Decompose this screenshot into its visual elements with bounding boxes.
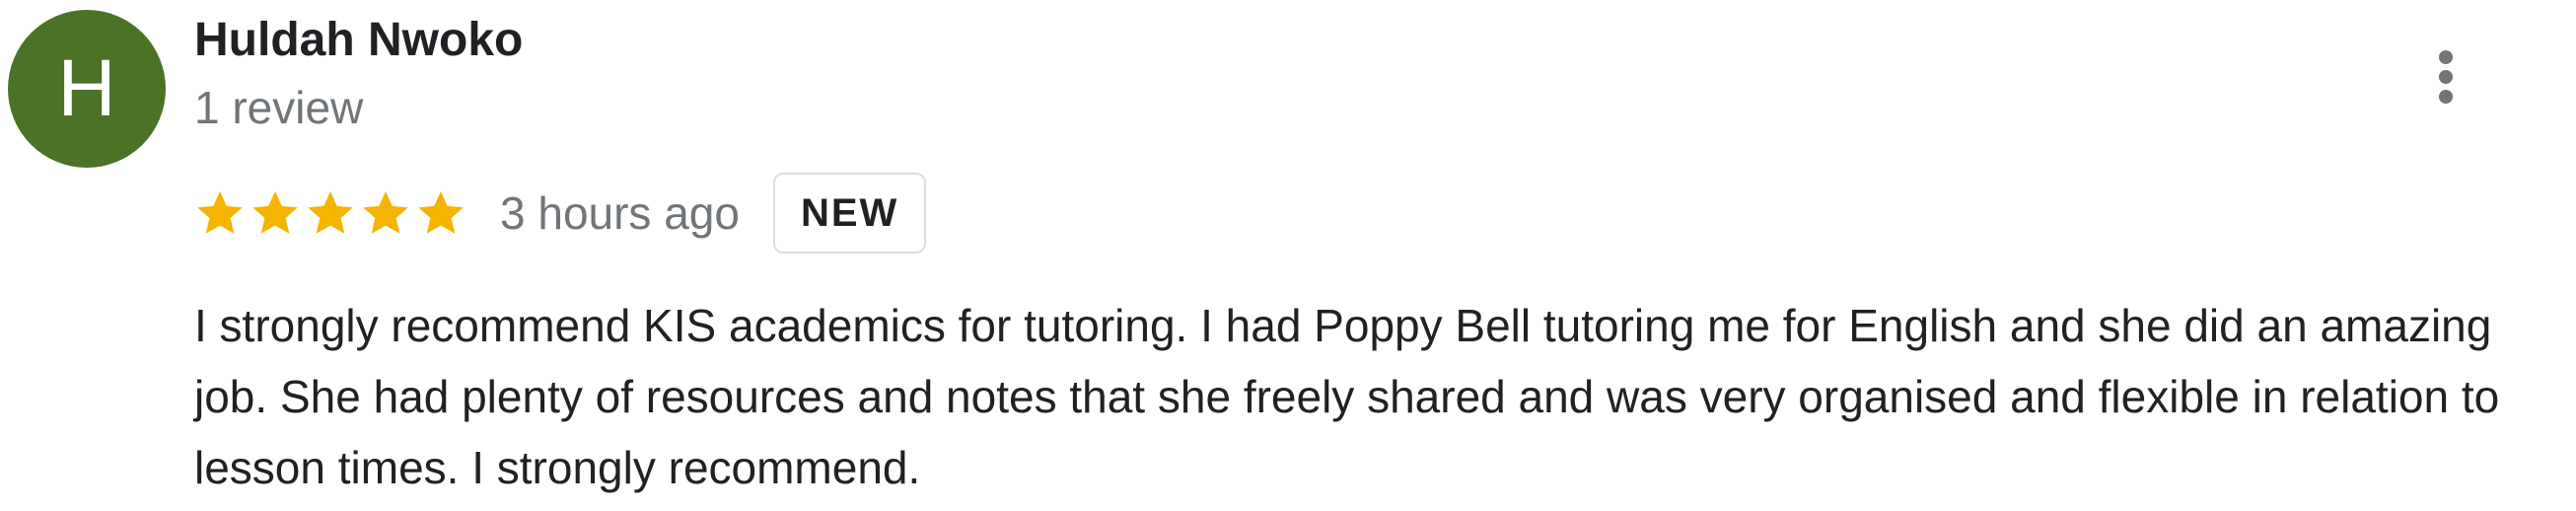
review-meta: 3 hours ago NEW (194, 170, 927, 256)
author-name[interactable]: Huldah Nwoko (194, 8, 523, 73)
review-text: I strongly recommend KIS academics for t… (194, 300, 2500, 493)
review-timestamp: 3 hours ago (500, 187, 740, 239)
star-icon (197, 190, 243, 234)
star-icon (418, 190, 464, 234)
review-count[interactable]: 1 review (194, 73, 523, 142)
new-badge: NEW (772, 173, 927, 254)
more-options-button[interactable] (2406, 37, 2485, 116)
star-icon (363, 190, 408, 234)
star-icon (252, 190, 298, 234)
more-vert-icon (2439, 50, 2453, 104)
avatar[interactable]: H (8, 10, 166, 168)
avatar-letter: H (57, 43, 116, 133)
review-card: H Huldah Nwoko 1 review 3 hours ago NEW … (0, 0, 2576, 511)
star-icon (308, 190, 353, 234)
review-header: Huldah Nwoko 1 review (194, 8, 523, 142)
star-rating (194, 187, 466, 239)
